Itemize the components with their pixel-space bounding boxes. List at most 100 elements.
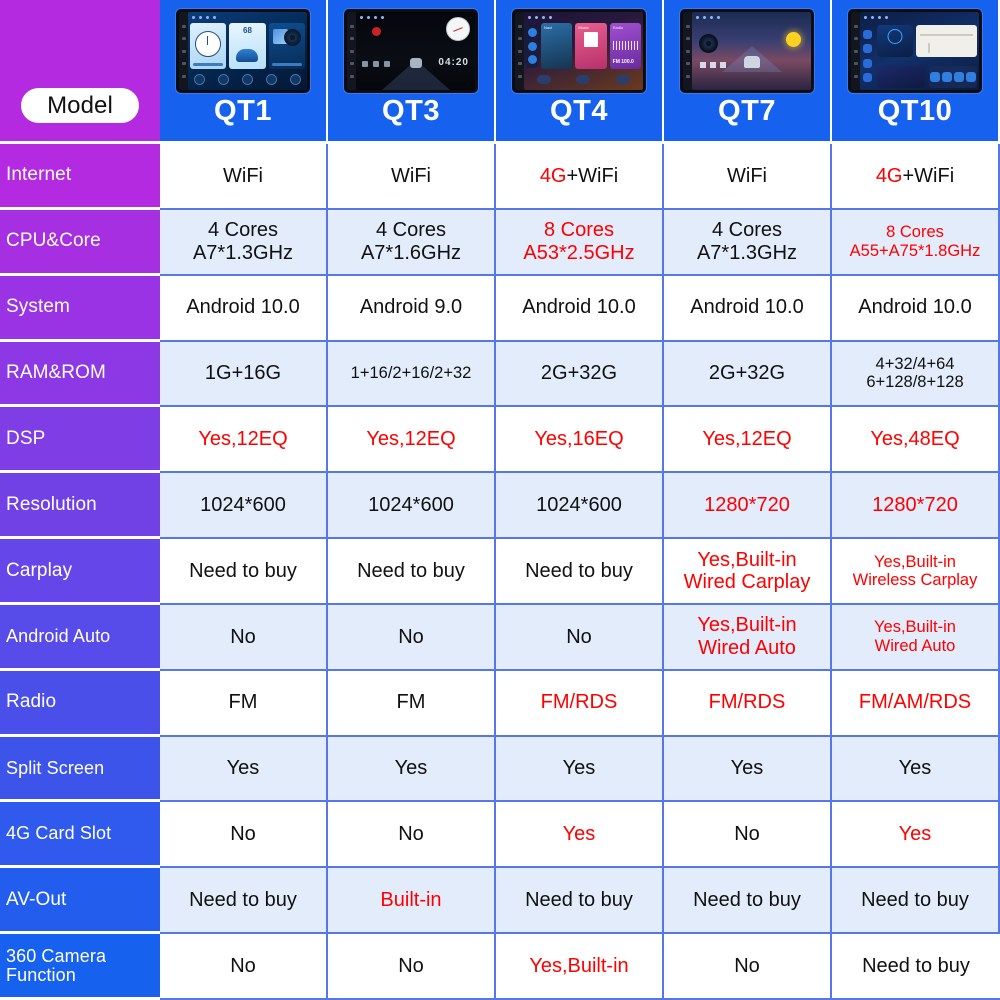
- table-cell: 4G+WiFi: [832, 144, 1000, 210]
- device-dock: [356, 69, 475, 89]
- device-status-bar: [692, 12, 811, 22]
- cell-text-line: No: [566, 625, 592, 648]
- cell-text-line: Built-in: [380, 889, 442, 911]
- cell-text-line: Android 9.0: [359, 296, 463, 319]
- table-cell: Yes,Built-in Wired Auto: [664, 604, 832, 671]
- table-cell: Yes,12EQ: [328, 407, 496, 474]
- device-screen: Navi Music Radio FM 100.0: [524, 12, 643, 90]
- table-cell: 2G+32G: [496, 341, 664, 408]
- table-cell: 4 Cores A7*1.3GHz: [160, 209, 328, 276]
- table-cell: 1024*600: [328, 473, 496, 540]
- device-screenshot-qt4: Navi Music Radio FM 100.0: [512, 9, 646, 93]
- cell-text-line: No: [734, 823, 760, 846]
- cell-text-line: FM/RDS: [540, 691, 618, 714]
- cell-text-line: Need to buy: [693, 889, 801, 911]
- table-cell: No: [160, 604, 328, 671]
- table-cell: 1280*720: [832, 473, 1000, 540]
- cell-text-line: 4 Cores: [207, 219, 279, 242]
- table-cell: Android 10.0: [664, 275, 832, 342]
- cell-text-line: 2G+32G: [540, 362, 618, 385]
- model-header-qt3[interactable]: 04:20 QT3: [328, 0, 496, 144]
- cell-text-part: 4G: [875, 164, 903, 187]
- cell-text-line: Need to buy: [862, 954, 970, 977]
- cell-text-line: 8 Cores: [543, 219, 614, 242]
- model-header-qt1[interactable]: 68 QT1: [160, 0, 328, 144]
- cell-text-part: 4G: [539, 164, 567, 187]
- cell-text-part: WiFi: [727, 164, 767, 187]
- cell-text-line: Yes: [562, 757, 596, 780]
- table-cell: 4G+WiFi: [496, 144, 664, 210]
- table-cell: FM: [328, 670, 496, 737]
- row-label-resolution: Resolution: [0, 473, 160, 540]
- cell-text-line: FM/AM/RDS: [858, 691, 972, 714]
- cell-text-line: A7*1.6GHz: [360, 241, 462, 264]
- table-cell: FM/RDS: [496, 670, 664, 737]
- table-cell: Android 10.0: [496, 275, 664, 342]
- table-cell: Need to buy: [496, 539, 664, 605]
- table-cell: Built-in: [328, 868, 496, 935]
- model-header-cell: Model: [0, 0, 160, 144]
- row-label-360-camera-function: 360 Camera Function: [0, 934, 160, 1000]
- table-cell: Yes: [664, 736, 832, 803]
- cell-text-line: Android 10.0: [690, 296, 804, 319]
- cell-text-line: Yes: [898, 757, 932, 780]
- cell-text-line: FM: [228, 691, 258, 714]
- table-cell: Yes,12EQ: [664, 407, 832, 474]
- table-cell: WiFi: [664, 144, 832, 210]
- cell-text-line: Need to buy: [189, 559, 297, 582]
- table-cell: WiFi: [160, 144, 328, 210]
- device-app-rail: [525, 24, 539, 68]
- device-screenshot-qt1: 68: [176, 9, 310, 93]
- table-cell: Yes: [832, 802, 1000, 869]
- device-screenshot-qt10: [848, 9, 982, 93]
- table-cell: Need to buy: [832, 934, 1000, 1000]
- spec-comparison-table: Model 68 QT1 04:20 QT3 Navi Music Radio FM 100.0…: [0, 0, 1000, 1000]
- table-cell: FM: [160, 670, 328, 737]
- cell-text-line: A53*2.5GHz: [523, 241, 635, 264]
- device-screen: [692, 12, 811, 90]
- table-cell: FM/RDS: [664, 670, 832, 737]
- cell-text-line: Yes,48EQ: [870, 428, 960, 451]
- table-cell: 1280*720: [664, 473, 832, 540]
- model-name-label: QT4: [550, 95, 608, 127]
- row-label-split-screen: Split Screen: [0, 736, 160, 803]
- table-cell: FM/AM/RDS: [832, 670, 1000, 737]
- cell-text-line: 1280*720: [704, 493, 790, 516]
- device-status-bar: [860, 12, 979, 22]
- row-label-av-out: AV-Out: [0, 868, 160, 935]
- row-label-internet: Internet: [0, 144, 160, 210]
- cell-text-line: A7*1.3GHz: [192, 241, 294, 264]
- cell-text-line: No: [230, 954, 256, 977]
- table-cell: 4+32/4+64 6+128/8+128: [832, 341, 1000, 408]
- model-header-qt7[interactable]: QT7: [664, 0, 832, 144]
- cell-text-line: A55+A75*1.8GHz: [849, 241, 981, 260]
- table-cell: 4 Cores A7*1.6GHz: [328, 209, 496, 276]
- table-cell: Yes: [832, 736, 1000, 803]
- table-cell: 2G+32G: [664, 341, 832, 408]
- model-name-label: QT10: [877, 95, 953, 127]
- cell-text-line: A7*1.3GHz: [696, 241, 798, 264]
- cell-text-line: Yes,Built-in: [874, 552, 956, 571]
- cell-text-line: FM: [396, 691, 426, 714]
- cell-text-line: Yes: [730, 757, 764, 780]
- device-dock: [692, 69, 811, 89]
- model-header-qt10[interactable]: QT10: [832, 0, 1000, 144]
- cell-text-line: Yes,12EQ: [702, 428, 792, 451]
- device-side-rail: [683, 12, 692, 90]
- model-header-qt4[interactable]: Navi Music Radio FM 100.0 QT4: [496, 0, 664, 144]
- cell-text-part: WiFi: [223, 164, 263, 187]
- table-cell: Yes: [496, 736, 664, 803]
- table-cell: 1024*600: [496, 473, 664, 540]
- table-cell: Yes,16EQ: [496, 407, 664, 474]
- cell-text-line: Android 10.0: [186, 296, 300, 319]
- cell-text-line: 4+32/4+64: [875, 354, 955, 373]
- device-status-bar: [524, 12, 643, 22]
- cell-text-line: Yes,12EQ: [366, 428, 456, 451]
- table-cell: No: [664, 934, 832, 1000]
- row-label-android-auto: Android Auto: [0, 604, 160, 671]
- cell-text-line: 2G+32G: [708, 362, 786, 385]
- cell-text-line: 1024*600: [200, 493, 286, 516]
- table-cell: 1024*600: [160, 473, 328, 540]
- device-side-rail: [179, 12, 188, 90]
- cell-text-line: 1280*720: [872, 493, 958, 516]
